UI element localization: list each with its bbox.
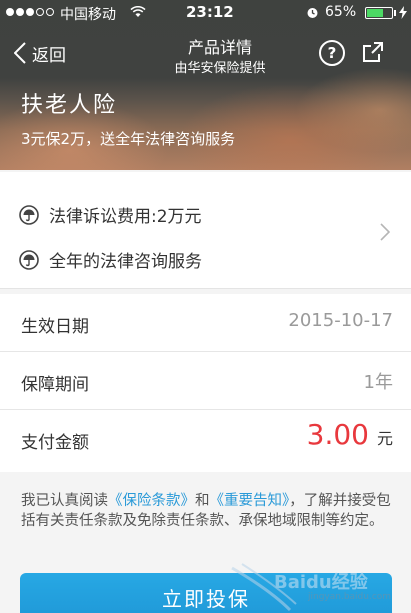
navigation-bar: 返回 产品详情 由华安保险提供 ? — [0, 26, 411, 82]
signal-dot — [26, 8, 34, 16]
back-label: 返回 — [32, 45, 66, 66]
benefits-card[interactable]: 法律诉讼费用:2万元 全年的法律咨询服务 — [0, 172, 411, 289]
agreement-text: 我已认真阅读《保险条款》和《重要告知》，了解并接受包括有关责任条款及免除责任条款… — [21, 491, 397, 531]
clock-time: 23:12 — [186, 3, 234, 21]
agreement-and: 和 — [195, 493, 210, 509]
battery-fill — [367, 9, 383, 17]
payment-unit: 元 — [376, 429, 393, 448]
coverage-period-value: 1年 — [363, 372, 393, 393]
payment-label: 支付金额 — [21, 433, 89, 453]
coverage-period-row: 保障期间 1年 — [0, 352, 411, 410]
battery-icon — [365, 7, 393, 19]
umbrella-icon — [19, 249, 39, 270]
coverage-period-label: 保障期间 — [21, 375, 89, 395]
policy-info: 生效日期 2015-10-17 保障期间 1年 支付金额 3.00 元 — [0, 294, 411, 472]
product-tagline: 3元保2万，送全年法律咨询服务 — [21, 130, 236, 148]
signal-dot — [16, 8, 24, 16]
carrier-name: 中国移动 — [60, 7, 116, 23]
battery-tip — [394, 10, 396, 16]
agreement-prefix: 我已认真阅读 — [21, 493, 108, 509]
umbrella-icon — [19, 204, 39, 225]
payment-amount: 3.00 元 — [307, 418, 393, 451]
help-icon: ? — [327, 44, 337, 62]
benefit-text: 全年的法律咨询服务 — [49, 252, 202, 272]
buy-now-button[interactable]: 立即投保 — [20, 573, 392, 613]
help-button[interactable]: ? — [319, 40, 345, 66]
insurance-terms-link[interactable]: 《保险条款》 — [108, 493, 195, 509]
alarm-icon — [307, 8, 318, 18]
chevron-right-icon — [380, 223, 390, 241]
signal-dot — [6, 8, 14, 16]
benefit-item: 法律诉讼费用:2万元 — [19, 202, 202, 227]
payment-row: 支付金额 3.00 元 — [0, 410, 411, 472]
important-notice-link[interactable]: 《重要告知》 — [210, 493, 290, 509]
product-detail-screen: 中国移动 23:12 65% 返回 产品详情 由华安保险提供 ? 扶老人险 3元… — [0, 0, 411, 613]
signal-icon — [6, 8, 54, 16]
signal-dot — [36, 8, 44, 16]
wifi-icon — [130, 6, 146, 17]
payment-value: 3.00 — [306, 418, 369, 451]
effective-date-value: 2015-10-17 — [288, 310, 393, 331]
share-icon[interactable] — [361, 40, 385, 64]
charging-bolt-icon — [399, 6, 407, 19]
status-bar: 中国移动 23:12 65% — [0, 0, 411, 26]
page-title: 产品详情 — [187, 38, 252, 57]
battery-percent: 65% — [325, 4, 357, 20]
page-subtitle: 由华安保险提供 — [174, 61, 266, 76]
back-button[interactable]: 返回 — [14, 38, 66, 68]
signal-dot — [46, 8, 54, 16]
benefit-text: 法律诉讼费用:2万元 — [49, 207, 202, 227]
product-name: 扶老人险 — [21, 93, 118, 118]
benefit-item: 全年的法律咨询服务 — [19, 247, 202, 272]
chevron-left-icon — [14, 42, 26, 64]
effective-date-label: 生效日期 — [21, 317, 89, 337]
effective-date-row: 生效日期 2015-10-17 — [0, 294, 411, 352]
